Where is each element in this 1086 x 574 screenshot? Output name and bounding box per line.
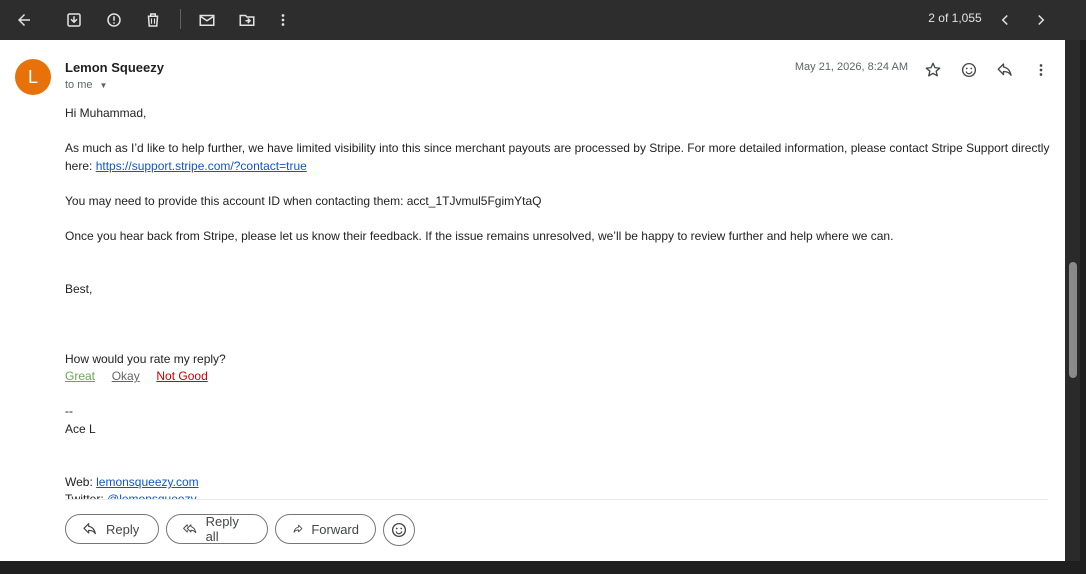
reply-button[interactable]: Reply: [65, 514, 159, 544]
web-line: Web: lemonsqueezy.com: [65, 473, 199, 491]
report-spam-icon[interactable]: [102, 8, 126, 32]
more-vert-icon[interactable]: [271, 8, 295, 32]
link-prefix: here:: [65, 159, 96, 173]
pager-count: 2 of 1,055: [928, 11, 982, 25]
reply-all-button-label: Reply all: [205, 514, 239, 544]
reply-button-label: Reply: [106, 521, 140, 537]
move-to-icon[interactable]: [235, 8, 259, 32]
chevron-left-icon[interactable]: [993, 8, 1017, 32]
star-icon[interactable]: [921, 58, 945, 82]
reply-icon[interactable]: [993, 58, 1017, 82]
signature-name: Ace L: [65, 422, 96, 436]
smiley-icon: [391, 522, 407, 538]
recipient-line[interactable]: to me ▼: [65, 79, 107, 91]
paragraph-3: Once you hear back from Stripe, please l…: [65, 229, 894, 243]
scrollbar-thumb[interactable]: [1069, 262, 1077, 378]
emoji-react-icon[interactable]: [957, 58, 981, 82]
reply-icon: [83, 523, 96, 535]
web-label: Web:: [65, 475, 97, 489]
rating-not-good-link[interactable]: Not Good: [156, 369, 207, 383]
web-link[interactable]: lemonsqueezy.com: [96, 475, 199, 489]
divider: [65, 499, 1048, 500]
rating-great-link[interactable]: Great: [65, 369, 95, 383]
signoff: Best,: [65, 282, 93, 296]
rating-okay-link[interactable]: Okay: [112, 369, 140, 383]
signature-dashes: --: [65, 404, 73, 418]
toolbar: 2 of 1,055: [0, 0, 1086, 40]
action-bar: [0, 499, 1065, 561]
forward-button[interactable]: Forward: [275, 514, 376, 544]
caret-down-icon[interactable]: ▼: [100, 81, 108, 90]
support-link[interactable]: https://support.stripe.com/?contact=true: [96, 159, 307, 173]
emoji-reaction-button[interactable]: [383, 514, 415, 546]
reply-all-button[interactable]: Reply all: [166, 514, 268, 544]
more-vert-icon[interactable]: [1029, 58, 1053, 82]
delete-icon[interactable]: [141, 8, 165, 32]
paragraph-1-line-2: here: https://support.stripe.com/?contac…: [65, 157, 307, 175]
rating-question: How would you rate my reply?: [65, 352, 226, 366]
archive-icon[interactable]: [62, 8, 86, 32]
forward-icon: [293, 524, 303, 533]
chevron-right-icon[interactable]: [1029, 8, 1053, 32]
rating-options: Great Okay Not Good: [65, 367, 208, 385]
message-panel: L Lemon Squeezy to me ▼ May 21, 2026, 8:…: [0, 40, 1065, 561]
back-arrow-icon[interactable]: [12, 8, 36, 32]
avatar[interactable]: L: [15, 59, 51, 95]
recipient-label: to me: [65, 79, 93, 91]
paragraph-1-line-1: As much as I’d like to help further, we …: [65, 141, 1050, 155]
reply-all-icon: [183, 524, 197, 534]
greeting: Hi Muhammad,: [65, 106, 147, 120]
paragraph-2: You may need to provide this account ID …: [65, 194, 542, 208]
toolbar-separator: [180, 9, 181, 29]
message-date: May 21, 2026, 8:24 AM: [794, 61, 908, 73]
mark-unread-icon[interactable]: [195, 8, 219, 32]
forward-button-label: Forward: [311, 521, 359, 537]
sender-name[interactable]: Lemon Squeezy: [65, 60, 164, 75]
